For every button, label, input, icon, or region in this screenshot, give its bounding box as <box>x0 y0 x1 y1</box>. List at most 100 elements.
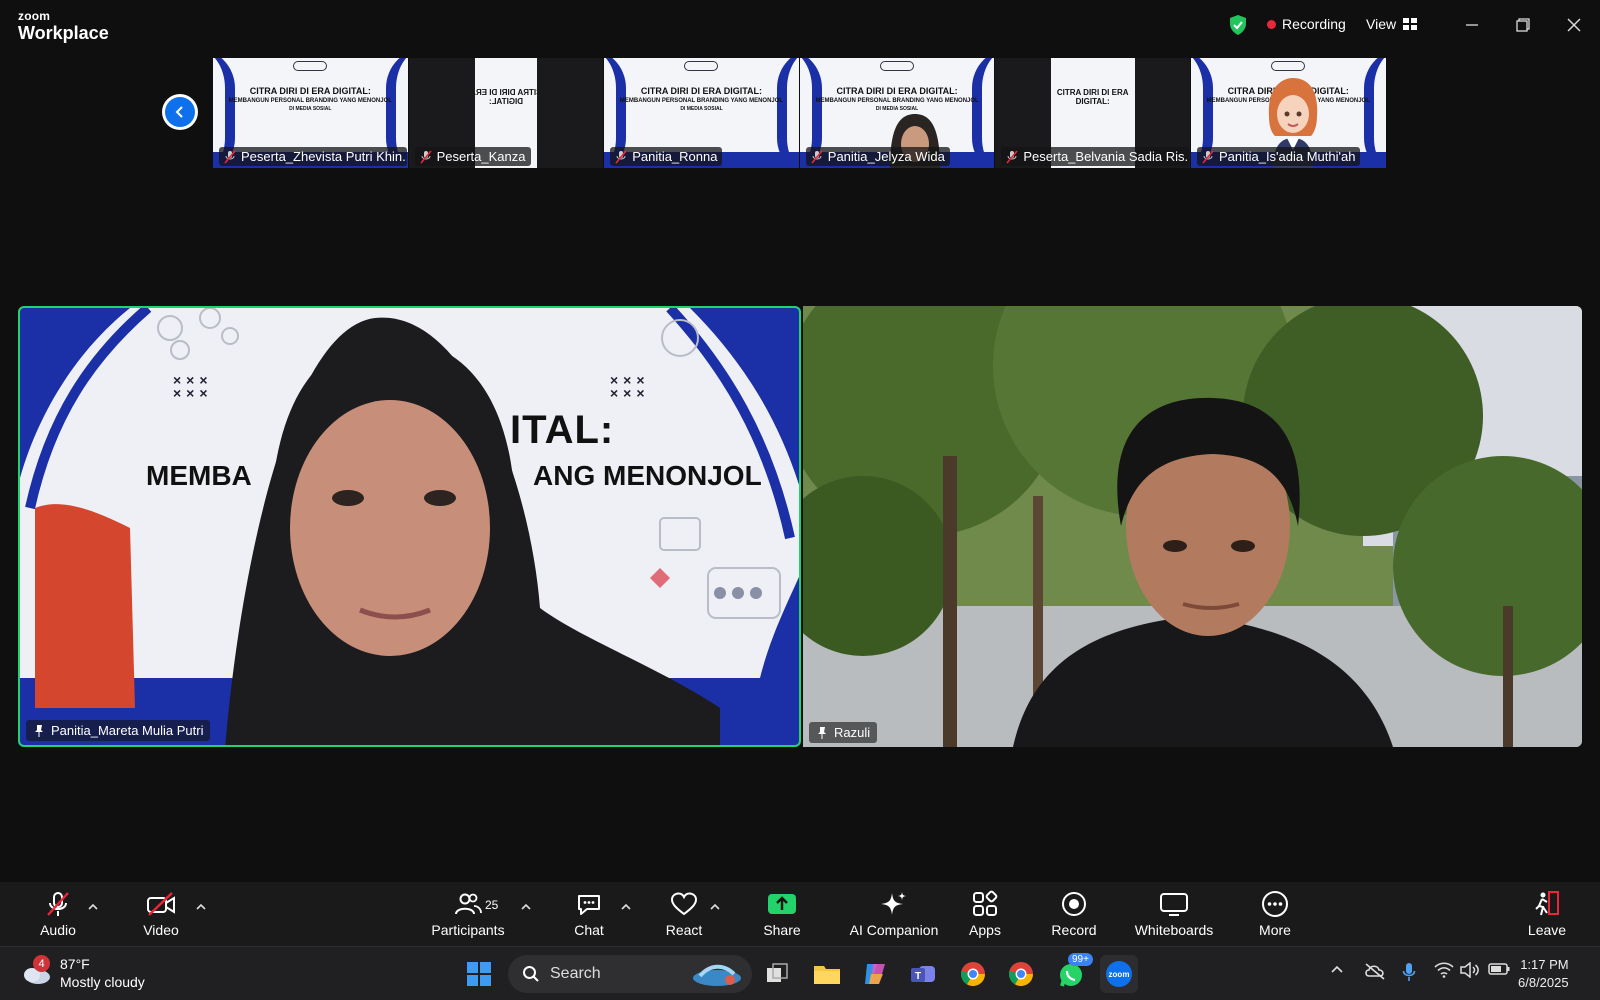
participant-thumbnail[interactable]: CITRA DIRI DI ERA DIGITAL: MEMBANGUN PER… <box>213 58 409 168</box>
whiteboard-icon <box>1160 893 1188 916</box>
zoom-icon: zoom <box>1106 961 1132 987</box>
microphone-in-use-icon[interactable] <box>1402 962 1416 987</box>
teams-button[interactable]: T <box>904 955 942 993</box>
participants-options-caret[interactable] <box>519 900 533 914</box>
heart-icon <box>670 892 698 916</box>
minimize-button[interactable] <box>1459 12 1485 38</box>
previous-page-button[interactable] <box>162 94 198 130</box>
video-name-tag: Razuli <box>809 722 878 743</box>
share-button[interactable]: Share <box>756 882 808 946</box>
whiteboards-label: Whiteboards <box>1134 922 1214 938</box>
slide-title: CITRA DIRI DI ERA DIGITAL: <box>836 86 958 96</box>
shared-slide-subtitle-right: ANG MENONJOL <box>533 460 762 491</box>
react-options-caret[interactable] <box>708 900 722 914</box>
participants-button[interactable]: Participants <box>428 882 508 946</box>
battery-status-icon <box>1488 963 1510 975</box>
chrome-button[interactable] <box>1002 955 1040 993</box>
participant-thumbnail[interactable]: CITRA DIRI DI ERA DIGITAL: Peserta_Kanza <box>408 58 605 168</box>
weather-condition: Mostly cloudy <box>60 974 145 990</box>
slide-subtitle: MEMBANGUN PERSONAL BRANDING YANG MENONJO… <box>228 98 392 104</box>
share-screen-icon <box>768 894 796 914</box>
view-button[interactable]: View <box>1366 16 1418 32</box>
whiteboards-button[interactable]: Whiteboards <box>1132 882 1216 946</box>
chrome-icon <box>961 962 985 987</box>
more-button[interactable]: More <box>1250 882 1300 946</box>
brand-big: Workplace <box>18 23 109 43</box>
task-view-button[interactable] <box>758 955 796 993</box>
clock-date: 6/8/2025 <box>1518 975 1569 990</box>
audio-button[interactable]: Audio <box>32 882 84 946</box>
video-button[interactable]: Video <box>134 882 188 946</box>
leave-exit-icon <box>1535 891 1559 916</box>
muted-mic-icon <box>419 149 432 164</box>
sparkle-icon <box>881 892 906 915</box>
zoom-workplace-logo: zoom Workplace <box>18 10 109 42</box>
participant-name-tag: Peserta_Zhevista Putri Khin... <box>219 147 407 166</box>
svg-text:T: T <box>915 971 921 982</box>
search-highlight-icon <box>693 964 741 986</box>
ai-companion-button[interactable]: AI Companion <box>842 882 946 946</box>
speaker-icon <box>1460 961 1479 979</box>
chrome-icon <box>1009 962 1033 987</box>
taskbar-clock[interactable]: 1:17 PM 6/8/2025 <box>1518 956 1569 992</box>
weather-badge: 4 <box>33 955 50 972</box>
weather-widget[interactable]: 4 87°F Mostly cloudy <box>20 955 145 991</box>
active-speaker-video[interactable]: ITAL: MEMBA ANG MENONJOL ××× ××× ××× ××× P… <box>18 306 801 747</box>
taskbar-search-box[interactable]: Search <box>508 955 752 993</box>
participant-name-tag: Panitia_Ronna <box>610 147 723 166</box>
participant-thumbnail[interactable]: CITRA DIRI DI ERA DIGITAL: Peserta_Belva… <box>995 58 1191 168</box>
shared-slide-subtitle-left: MEMBA <box>146 460 252 491</box>
participant-name: Peserta_Belvania Sadia Ris... <box>1023 149 1190 164</box>
svg-text:zoom: zoom <box>1109 970 1130 979</box>
file-explorer-button[interactable] <box>808 955 846 993</box>
ai-companion-label: AI Companion <box>849 922 939 938</box>
muted-microphone-icon <box>47 892 69 916</box>
participant-thumbnail[interactable]: CITRA DIRI DI ERA DIGITAL: MEMBANGUN PER… <box>1190 58 1387 168</box>
close-button[interactable] <box>1561 12 1587 38</box>
show-hidden-icons-button[interactable] <box>1330 962 1344 980</box>
audio-options-caret[interactable] <box>86 900 100 914</box>
chat-icon <box>578 895 600 915</box>
slide-x-pattern: ××× ××× <box>610 372 650 401</box>
participant-thumbnail[interactable]: CITRA DIRI DI ERA DIGITAL: MEMBANGUN PER… <box>799 58 996 168</box>
onedrive-offline-icon[interactable] <box>1364 962 1386 985</box>
audio-label: Audio <box>40 922 76 938</box>
participant-name: Panitia_Is'adia Muthi'ah <box>1218 149 1356 164</box>
record-button[interactable]: Record <box>1048 882 1100 946</box>
start-button[interactable] <box>460 955 498 993</box>
network-icon[interactable] <box>1434 962 1454 983</box>
leave-button[interactable]: Leave <box>1522 882 1572 946</box>
react-button[interactable]: React <box>658 882 710 946</box>
minimize-icon <box>1466 24 1478 26</box>
whatsapp-badge: 99+ <box>1068 953 1093 966</box>
participant-video[interactable]: Razuli <box>803 306 1582 747</box>
whatsapp-button[interactable]: 99+ <box>1052 953 1093 993</box>
participants-count: 25 <box>485 898 499 912</box>
chrome-profile-button[interactable] <box>954 955 992 993</box>
zoom-app-button[interactable]: zoom <box>1100 955 1138 993</box>
chat-options-caret[interactable] <box>619 900 633 914</box>
participant-thumbnail[interactable]: CITRA DIRI DI ERA DIGITAL: MEMBANGUN PER… <box>604 58 800 168</box>
apps-label: Apps <box>969 922 1001 938</box>
volume-icon[interactable] <box>1460 961 1480 983</box>
apps-grid-icon <box>973 890 998 916</box>
view-label: View <box>1366 16 1397 32</box>
record-icon <box>1062 892 1086 916</box>
restore-icon <box>1516 18 1530 32</box>
slide-title: CITRA DIRI DI ERA DIGITAL: <box>640 86 763 96</box>
battery-icon[interactable] <box>1488 962 1510 981</box>
restore-button[interactable] <box>1510 12 1536 38</box>
slide-decoration <box>20 308 799 745</box>
participant-name-tag: Panitia_Jelyza Wida <box>805 147 950 166</box>
apps-button[interactable]: Apps <box>960 882 1010 946</box>
copilot-button[interactable] <box>856 955 894 993</box>
participant-thumbnail-strip: CITRA DIRI DI ERA DIGITAL: MEMBANGUN PER… <box>213 58 1387 168</box>
video-options-caret[interactable] <box>194 900 208 914</box>
leave-label: Leave <box>1527 922 1567 938</box>
recording-indicator[interactable]: Recording <box>1267 16 1346 32</box>
chevron-left-icon <box>175 106 183 118</box>
shared-slide-title-fragment: ITAL: <box>510 408 615 452</box>
search-placeholder: Search <box>550 965 601 982</box>
encryption-shield-icon[interactable] <box>1228 14 1248 36</box>
chat-button[interactable]: Chat <box>564 882 614 946</box>
